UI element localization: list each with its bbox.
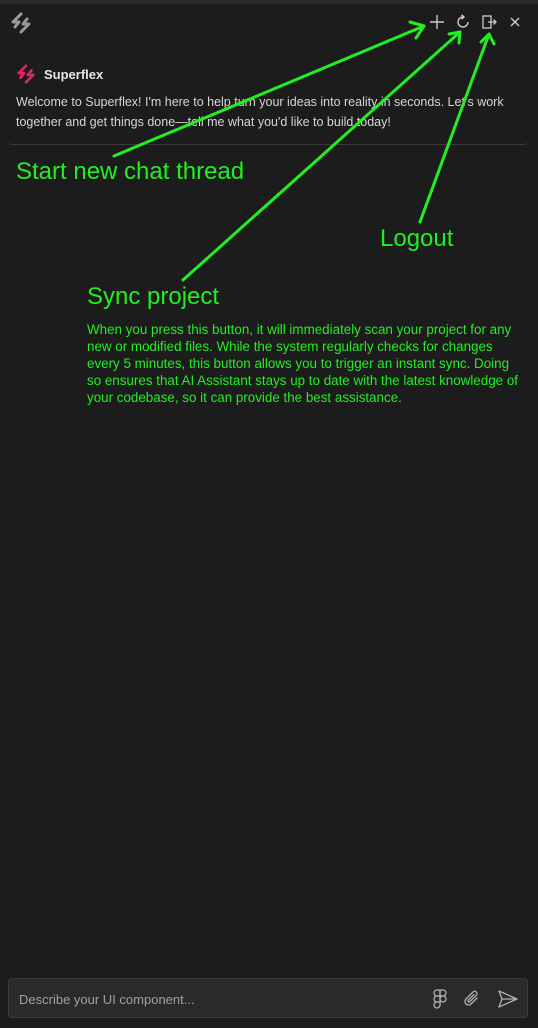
sync-annotation-title: Sync project <box>87 283 220 310</box>
logout-annotation: Logout <box>380 225 454 252</box>
figma-button[interactable] <box>429 988 451 1010</box>
message-text: Welcome to Superflex! I'm here to help t… <box>16 95 504 129</box>
close-button[interactable] <box>504 11 526 33</box>
figma-icon <box>433 989 447 1009</box>
new-chat-button[interactable] <box>426 11 448 33</box>
message-sender: Superflex <box>44 66 104 82</box>
sync-button[interactable] <box>452 11 474 33</box>
attach-button[interactable] <box>461 988 483 1010</box>
close-icon <box>510 17 520 27</box>
refresh-icon <box>457 14 469 28</box>
paperclip-icon <box>464 990 478 1006</box>
logout-button[interactable] <box>478 11 500 33</box>
superflex-avatar-icon <box>17 64 35 84</box>
annotation-arrows <box>112 20 496 282</box>
send-icon <box>498 990 518 1008</box>
message-header: Superflex <box>16 64 103 84</box>
new-chat-annotation: Start new chat thread <box>16 158 245 185</box>
sync-annotation-description: When you press this button, it will imme… <box>87 322 518 405</box>
plus-icon <box>430 15 444 29</box>
message-input[interactable] <box>17 985 421 1013</box>
top-toolbar <box>0 4 538 40</box>
superflex-logo-icon <box>10 12 32 34</box>
assistant-message: Superflex Welcome to Superflex! I'm here… <box>8 54 528 145</box>
logout-icon <box>482 15 497 29</box>
chat-composer <box>8 978 528 1018</box>
send-button[interactable] <box>497 988 519 1010</box>
